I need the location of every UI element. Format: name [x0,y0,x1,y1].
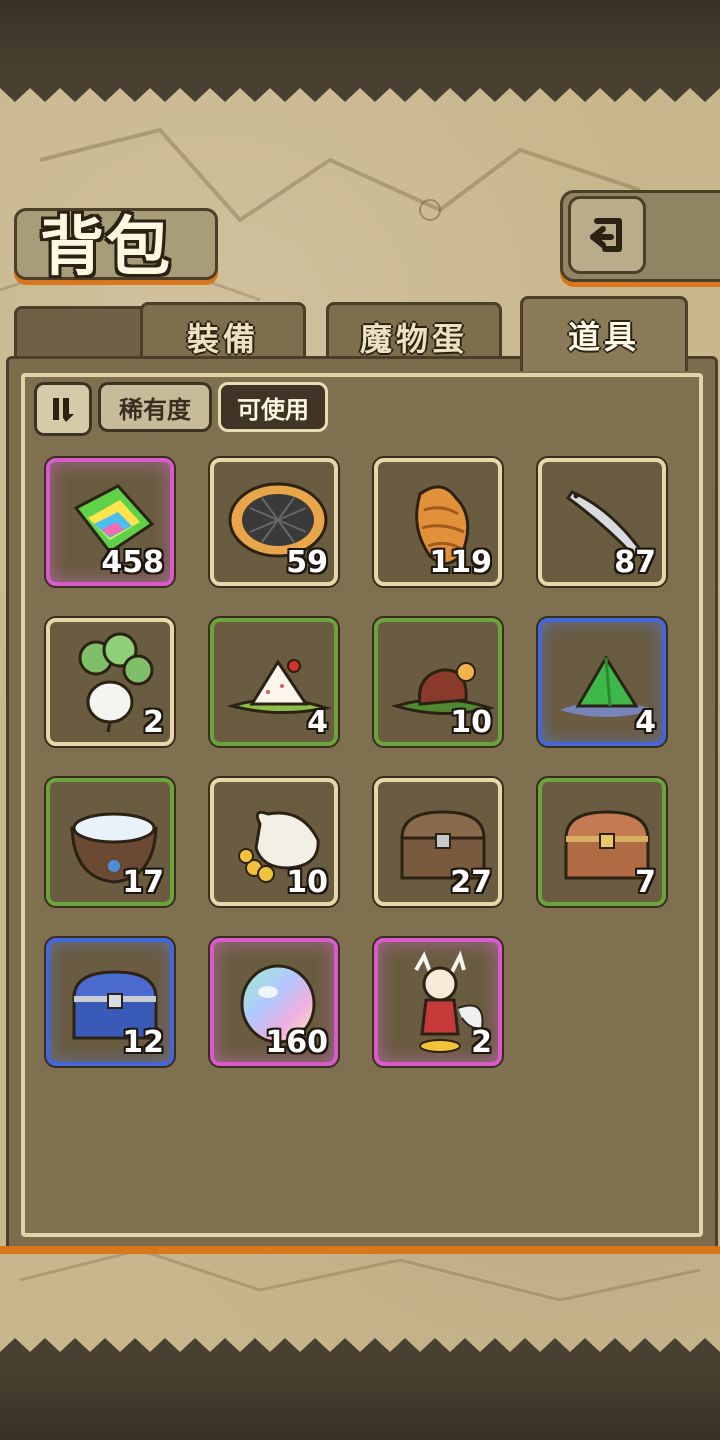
item-slot[interactable]: 2 [46,618,174,746]
zigzag-bottom [0,1338,720,1360]
item-count: 160 [265,1025,328,1060]
item-count: 17 [122,865,164,900]
item-count: 59 [286,545,328,580]
sort-order-button[interactable] [34,382,92,436]
zigzag-top [0,80,720,102]
item-slot[interactable]: 17 [46,778,174,906]
filter-usable-button[interactable]: 可使用 [218,382,328,432]
item-slot[interactable]: 27 [374,778,502,906]
item-count: 7 [635,865,656,900]
filter-rarity-button[interactable]: 稀有度 [98,382,212,432]
bottom-border [0,1360,720,1440]
top-border [0,0,720,80]
item-slot[interactable]: 2 [374,938,502,1066]
item-count: 4 [635,705,656,740]
item-count: 2 [143,705,164,740]
item-slot[interactable]: 10 [210,778,338,906]
item-count: 27 [450,865,492,900]
back-button[interactable] [568,196,646,274]
item-slot[interactable]: 160 [210,938,338,1066]
item-count: 87 [614,545,656,580]
item-slot[interactable]: 4 [538,618,666,746]
item-slot[interactable]: 4 [210,618,338,746]
item-slot[interactable]: 10 [374,618,502,746]
item-count: 2 [471,1025,492,1060]
page-title: 背包 [40,210,172,285]
item-slot[interactable]: 12 [46,938,174,1066]
return-arrow-icon [590,218,622,252]
item-slot[interactable]: 7 [538,778,666,906]
item-slot[interactable]: 87 [538,458,666,586]
item-count: 12 [122,1025,164,1060]
tab-items[interactable]: 道具 [520,296,688,371]
item-slot[interactable]: 59 [210,458,338,586]
sort-icon [53,398,74,422]
item-count: 4 [307,705,328,740]
item-count: 119 [429,545,492,580]
item-slot[interactable]: 458 [46,458,174,586]
item-slot[interactable]: 119 [374,458,502,586]
panel-base-rail [0,1246,720,1254]
item-count: 458 [101,545,164,580]
item-count: 10 [450,705,492,740]
item-count: 10 [286,865,328,900]
